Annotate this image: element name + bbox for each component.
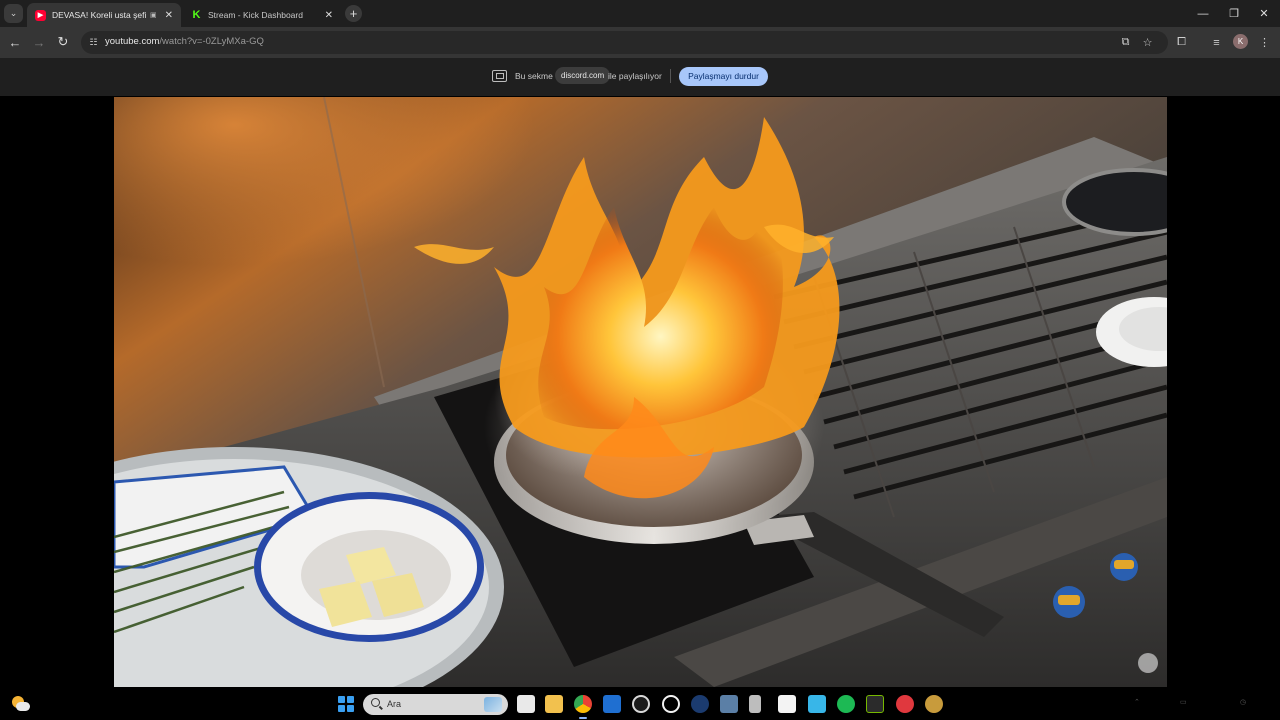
video-frame-image	[114, 97, 1167, 687]
tab-sharing-bar: Bu sekme discord.com ile paylaşılıyor Pa…	[0, 58, 1280, 96]
screen-share-icon	[492, 70, 507, 82]
taskbar-search-input[interactable]: Ara	[363, 694, 508, 715]
media-controls-icon[interactable]: ≡	[1209, 35, 1224, 50]
close-window-icon[interactable]: ✕	[1247, 0, 1280, 27]
steam-icon[interactable]	[691, 695, 709, 713]
riot-icon[interactable]	[896, 695, 914, 713]
search-placeholder: Ara	[387, 699, 402, 709]
forward-icon[interactable]: →	[30, 33, 48, 51]
reload-icon[interactable]: ↻	[54, 33, 72, 51]
outlook-icon[interactable]	[603, 695, 621, 713]
video-watermark-icon	[1138, 653, 1158, 673]
nvidia-icon[interactable]	[866, 695, 884, 713]
notepad-icon[interactable]	[808, 695, 826, 713]
tab-search-icon[interactable]: ⌄	[4, 4, 23, 23]
stop-sharing-button[interactable]: Paylaşmayı durdur	[679, 67, 768, 86]
chrome-icon[interactable]	[574, 695, 592, 719]
slides-icon[interactable]	[778, 695, 796, 713]
tab-kick[interactable]: K Stream - Kick Dashboard ✕	[183, 3, 341, 27]
tray-status-icon[interactable]: ▭	[1180, 698, 1187, 706]
start-button-icon[interactable]	[338, 696, 354, 712]
minimize-icon[interactable]: —	[1186, 0, 1220, 27]
address-bar[interactable]: ☷ youtube.com/watch?v=-0ZLyMXa-GQ	[81, 31, 1168, 54]
obs-icon[interactable]	[632, 695, 650, 713]
search-icon	[371, 698, 380, 707]
close-tab-icon[interactable]: ✕	[165, 10, 173, 21]
tab-title: Stream - Kick Dashboard	[208, 10, 303, 20]
back-icon[interactable]: ←	[6, 33, 24, 51]
tray-chevron-icon[interactable]: ⌃	[1134, 698, 1140, 706]
media-playing-icon[interactable]: ▣	[150, 11, 157, 19]
windows-taskbar: Ara ⌃ ▭ ◷	[0, 688, 1280, 720]
task-view-icon[interactable]	[517, 695, 535, 713]
youtube-icon: ▶	[35, 9, 46, 21]
app-o-icon[interactable]	[662, 695, 680, 713]
cast-icon[interactable]: ⧉	[1118, 35, 1133, 50]
avatar[interactable]: K	[1233, 34, 1248, 49]
calculator-icon[interactable]	[720, 695, 738, 713]
share-suffix: ile paylaşılıyor	[608, 71, 662, 81]
kick-icon: K	[192, 9, 201, 21]
weather-widget-icon[interactable]	[10, 694, 30, 714]
file-explorer-icon[interactable]	[545, 695, 563, 713]
site-info-icon[interactable]: ☷	[87, 36, 100, 49]
usb-drive-icon[interactable]	[749, 695, 761, 713]
restore-icon[interactable]: ❐	[1217, 0, 1251, 27]
clock-icon[interactable]: ◷	[1240, 698, 1246, 706]
close-tab-icon[interactable]: ✕	[325, 10, 333, 21]
search-highlight-icon	[484, 697, 502, 712]
new-tab-button[interactable]: +	[345, 5, 362, 22]
video-player[interactable]	[114, 97, 1167, 687]
browser-toolbar: ← → ↻ ☷ youtube.com/watch?v=-0ZLyMXa-GQ …	[0, 27, 1280, 58]
extensions-icon[interactable]: ⧠	[1174, 35, 1189, 50]
divider	[670, 69, 671, 83]
share-prefix: Bu sekme	[515, 71, 553, 81]
bookmark-star-icon[interactable]: ☆	[1140, 35, 1155, 50]
tab-strip: ⌄ ▶ DEVASA! Koreli usta şefin s ▣ ✕ K St…	[0, 0, 1280, 27]
tab-title: DEVASA! Koreli usta şefin s	[52, 10, 146, 20]
url-text[interactable]: youtube.com/watch?v=-0ZLyMXa-GQ	[105, 36, 264, 47]
menu-icon[interactable]: ⋮	[1257, 35, 1272, 50]
spotify-icon[interactable]	[837, 695, 855, 713]
league-icon[interactable]	[925, 695, 943, 713]
shared-site-chip: discord.com	[555, 67, 611, 84]
tab-youtube[interactable]: ▶ DEVASA! Koreli usta şefin s ▣ ✕	[27, 3, 181, 27]
